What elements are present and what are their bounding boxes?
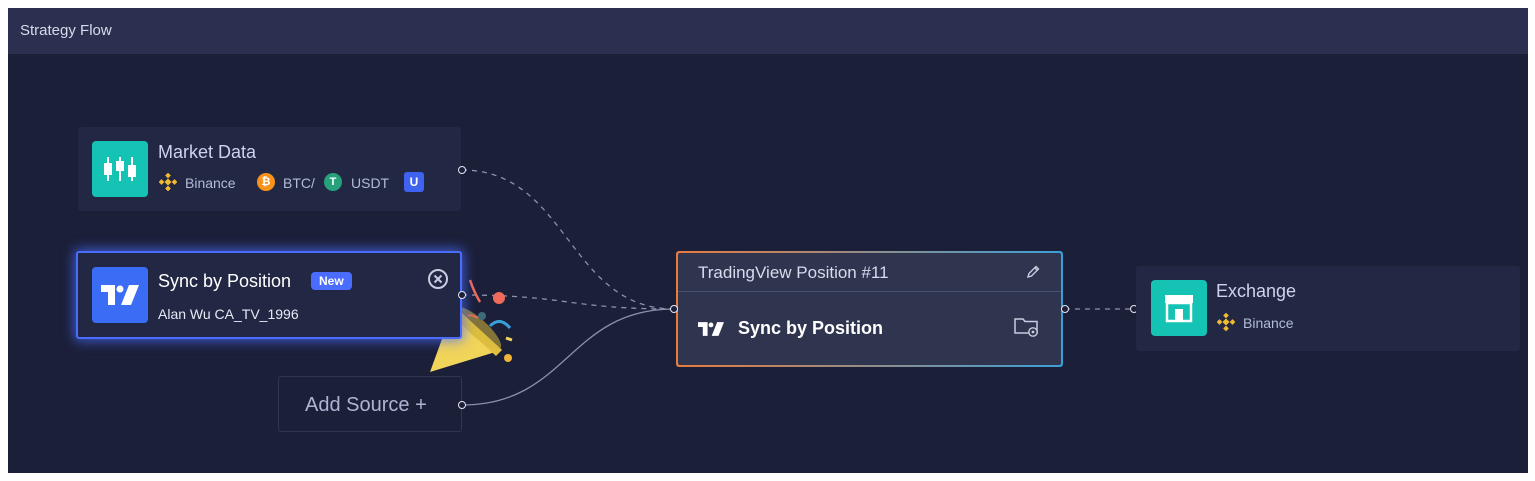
tradingview-logo-icon (698, 322, 724, 336)
market-data-base: BTC/ (283, 175, 315, 191)
market-data-quote: USDT (351, 175, 390, 191)
exchange-node[interactable]: Exchange Binance (1136, 266, 1520, 351)
add-source-output-port[interactable] (458, 401, 466, 409)
tradingview-output-port[interactable] (1061, 305, 1069, 313)
market-data-node[interactable]: Market Data Binance ₿ BTC/ T USDT U (78, 127, 461, 211)
storefront-icon (1151, 280, 1207, 336)
account-name: Alan Wu CA_TV_1996 (158, 306, 299, 322)
tether-icon: T (324, 173, 342, 191)
market-data-exchange: Binance (185, 175, 236, 191)
new-badge: New (311, 272, 352, 290)
tradingview-logo-icon (92, 267, 148, 323)
market-data-tag: U (404, 172, 424, 192)
tradingview-position-node[interactable]: TradingView Position #11 Sync by Positio… (676, 251, 1063, 367)
tradingview-position-body: Sync by Position (738, 318, 884, 338)
add-source-label: Add Source + (305, 394, 427, 416)
connector-layer (430, 169, 1134, 406)
strategy-flow-panel: Strategy Flow Market Data Binance ₿ BTC/… (8, 8, 1528, 473)
exchange-name: Binance (1243, 315, 1294, 331)
market-data-title: Market Data (158, 142, 257, 162)
sync-by-position-node[interactable]: Sync by Position New Alan Wu CA_TV_1996 (76, 251, 462, 339)
folder-settings-icon[interactable] (1013, 315, 1041, 339)
tradingview-position-header: TradingView Position #11 (678, 253, 1061, 292)
exchange-title: Exchange (1216, 281, 1297, 301)
bitcoin-icon: ₿ (257, 173, 275, 191)
tradingview-position-title: TradingView Position #11 (698, 263, 889, 282)
connector-market-to-tv (461, 169, 675, 310)
market-data-output-port[interactable] (458, 166, 466, 174)
edit-pencil-icon[interactable] (1025, 264, 1041, 280)
add-source-button[interactable]: Add Source + (278, 376, 462, 432)
tradingview-input-port[interactable] (670, 305, 678, 313)
close-icon[interactable] (427, 268, 449, 290)
binance-icon (1217, 313, 1235, 331)
binance-icon (159, 173, 177, 191)
sync-by-position-output-port[interactable] (458, 291, 466, 299)
candlestick-icon (92, 141, 148, 197)
sync-by-position-title: Sync by Position (158, 271, 292, 291)
